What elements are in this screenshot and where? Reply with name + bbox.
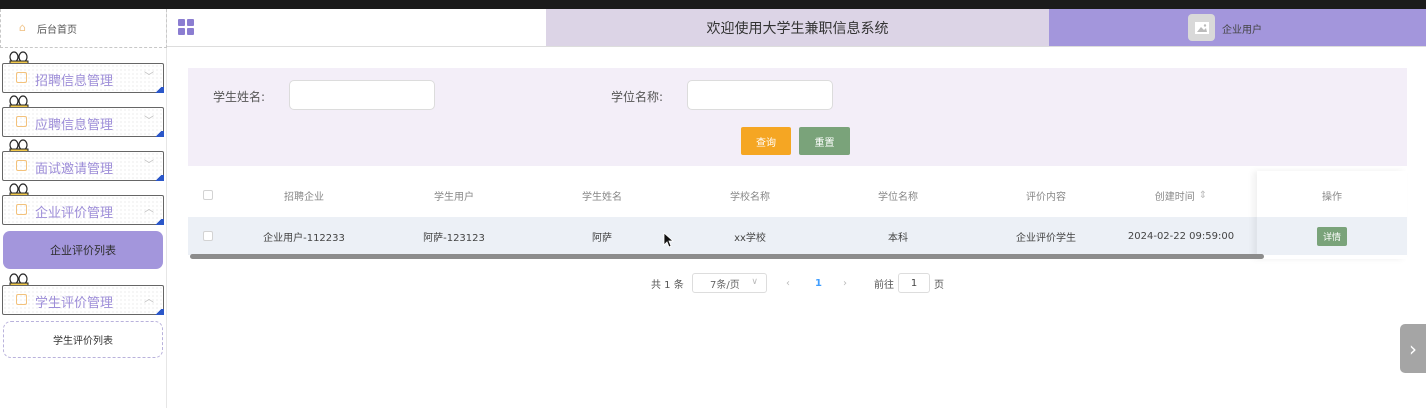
grid-menu-icon bbox=[178, 19, 194, 35]
column-header: 评价内容 bbox=[1026, 191, 1066, 203]
select-all-checkbox[interactable] bbox=[203, 190, 213, 200]
goto-page-input[interactable]: 1 bbox=[898, 273, 930, 293]
sidebar-menu-label: 学生评价管理 bbox=[35, 296, 114, 311]
avatar bbox=[1188, 14, 1215, 41]
user-menu[interactable]: 企业用户 bbox=[1049, 9, 1426, 46]
sidebar-home-label: 后台首页 bbox=[37, 24, 77, 36]
goto-label: 前往 bbox=[874, 279, 894, 291]
chevron-up-icon: ︿ bbox=[144, 204, 154, 215]
chevron-down-icon: ∨ bbox=[751, 277, 758, 287]
cell-content: 企业评价学生 bbox=[1016, 232, 1076, 244]
page-size-value: 7条/页 bbox=[710, 279, 740, 291]
reset-button[interactable]: 重置 bbox=[799, 127, 850, 155]
system-title: 欢迎使用大学生兼职信息系统 bbox=[546, 9, 1049, 46]
menu-folder-icon bbox=[16, 294, 27, 305]
user-name: 企业用户 bbox=[1222, 25, 1262, 36]
next-page-icon[interactable]: › bbox=[843, 273, 847, 293]
sidebar-menu-label: 应聘信息管理 bbox=[35, 118, 114, 133]
sidebar: ⌂ 后台首页 招聘信息管理 ﹀ 应聘信息管理 ﹀ 面试邀请管理 ﹀ 企业评价管理… bbox=[0, 9, 167, 408]
sidebar-menu-label: 企业评价管理 bbox=[35, 206, 114, 221]
column-header-label: 创建时间 bbox=[1154, 191, 1195, 203]
cell-created-time: 2024-02-22 09:59:00 bbox=[1127, 230, 1235, 242]
menu-folder-icon bbox=[16, 204, 27, 215]
cell-degree: 本科 bbox=[888, 232, 908, 244]
cell-student-user: 阿萨-123123 bbox=[423, 232, 485, 244]
fixed-action-column bbox=[1257, 171, 1407, 259]
search-panel: 学生姓名: 学位名称: 查询 重置 bbox=[188, 68, 1407, 166]
menu-folder-icon bbox=[16, 72, 27, 83]
cell-student-name: 阿萨 bbox=[592, 232, 612, 244]
sidebar-menu-company-review[interactable]: 企业评价管理 ︿ bbox=[2, 183, 164, 229]
chevron-down-icon: ﹀ bbox=[144, 160, 154, 171]
image-icon bbox=[1194, 21, 1209, 34]
query-button[interactable]: 查询 bbox=[741, 127, 791, 155]
window-top-strip bbox=[0, 0, 1426, 9]
chevron-right-icon: › bbox=[1409, 336, 1417, 361]
column-header: 学生姓名 bbox=[582, 191, 622, 203]
page-number-current[interactable]: 1 bbox=[815, 273, 822, 293]
row-checkbox[interactable] bbox=[203, 231, 213, 241]
cell-company: 企业用户-112233 bbox=[263, 232, 345, 244]
page-suffix-label: 页 bbox=[934, 279, 944, 291]
top-header: 欢迎使用大学生兼职信息系统 企业用户 bbox=[167, 9, 1426, 47]
home-icon: ⌂ bbox=[19, 21, 26, 34]
chevron-up-icon: ︿ bbox=[144, 294, 154, 305]
menu-folder-icon bbox=[16, 160, 27, 171]
column-header: 招聘企业 bbox=[284, 191, 324, 203]
prev-page-icon[interactable]: ‹ bbox=[786, 273, 790, 293]
table-header: 招聘企业 学生用户 学生姓名 学校名称 学位名称 评价内容 创建时间 ⇕ 操作 bbox=[188, 179, 1407, 211]
pagination-total: 共 1 条 bbox=[651, 279, 684, 291]
cell-school: xx学校 bbox=[734, 232, 766, 244]
mouse-cursor-icon bbox=[663, 232, 674, 248]
column-header: 学校名称 bbox=[730, 191, 770, 203]
sort-icon[interactable]: ⇕ bbox=[1199, 190, 1207, 201]
column-header-created-time[interactable]: 创建时间 ⇕ bbox=[1111, 179, 1251, 211]
column-header: 学生用户 bbox=[434, 191, 474, 203]
degree-name-label: 学位名称: bbox=[611, 90, 664, 104]
sidebar-menu-label: 招聘信息管理 bbox=[35, 74, 114, 89]
sidebar-menu-label: 面试邀请管理 bbox=[35, 162, 114, 177]
chevron-down-icon: ﹀ bbox=[144, 116, 154, 127]
sidebar-menu-student-review[interactable]: 学生评价管理 ︿ bbox=[2, 273, 164, 319]
menu-toggle-button[interactable] bbox=[167, 9, 546, 46]
chevron-down-icon: ﹀ bbox=[144, 72, 154, 83]
sidebar-menu-interview-invite[interactable]: 面试邀请管理 ﹀ bbox=[2, 139, 164, 185]
sidebar-home[interactable]: ⌂ 后台首页 bbox=[0, 9, 167, 48]
sidebar-subitem-company-review-list[interactable]: 企业评价列表 bbox=[3, 231, 163, 269]
menu-folder-icon bbox=[16, 116, 27, 127]
page-size-select[interactable]: 7条/页 ∨ bbox=[692, 273, 767, 293]
side-drawer-toggle[interactable]: › bbox=[1400, 324, 1426, 373]
student-name-label: 学生姓名: bbox=[213, 90, 266, 104]
student-name-input[interactable] bbox=[289, 80, 435, 110]
review-table: 招聘企业 学生用户 学生姓名 学校名称 学位名称 评价内容 创建时间 ⇕ 操作 … bbox=[188, 171, 1407, 261]
sidebar-menu-recruit-info[interactable]: 招聘信息管理 ﹀ bbox=[2, 51, 164, 97]
degree-name-input[interactable] bbox=[687, 80, 833, 110]
sidebar-subitem-student-review-list[interactable]: 学生评价列表 bbox=[3, 321, 163, 358]
horizontal-scrollbar[interactable] bbox=[190, 254, 1264, 259]
table-row: 企业用户-112233 阿萨-123123 阿萨 xx学校 本科 企业评价学生 … bbox=[188, 217, 1407, 255]
column-header: 学位名称 bbox=[878, 191, 918, 203]
sidebar-menu-application-info[interactable]: 应聘信息管理 ﹀ bbox=[2, 95, 164, 141]
